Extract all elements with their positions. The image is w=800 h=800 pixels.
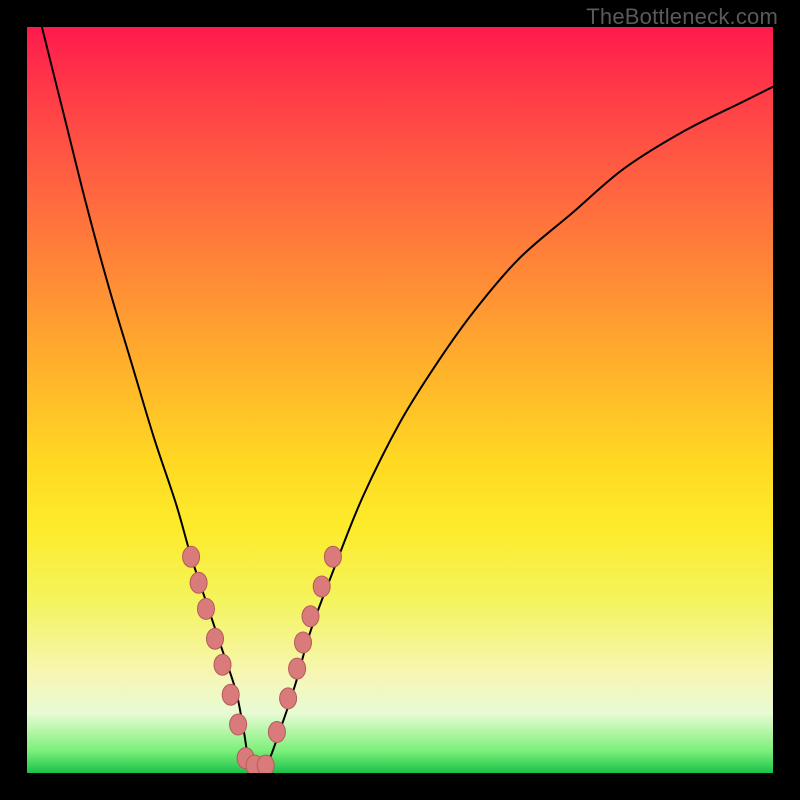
curve-svg [27, 27, 773, 773]
bottleneck-curve [42, 27, 773, 770]
marker-point [183, 546, 200, 567]
marker-point [222, 684, 239, 705]
marker-point [268, 722, 285, 743]
marker-point [280, 688, 297, 709]
marker-point [214, 654, 231, 675]
marker-point [190, 572, 207, 593]
chart-frame: TheBottleneck.com [0, 0, 800, 800]
highlighted-points [183, 546, 342, 773]
watermark-text: TheBottleneck.com [586, 4, 778, 30]
marker-point [230, 714, 247, 735]
marker-point [313, 576, 330, 597]
marker-point [302, 606, 319, 627]
marker-point [295, 632, 312, 653]
marker-point [198, 598, 215, 619]
marker-point [324, 546, 341, 567]
plot-area [27, 27, 773, 773]
marker-point [289, 658, 306, 679]
marker-point [207, 628, 224, 649]
marker-point [257, 755, 274, 773]
